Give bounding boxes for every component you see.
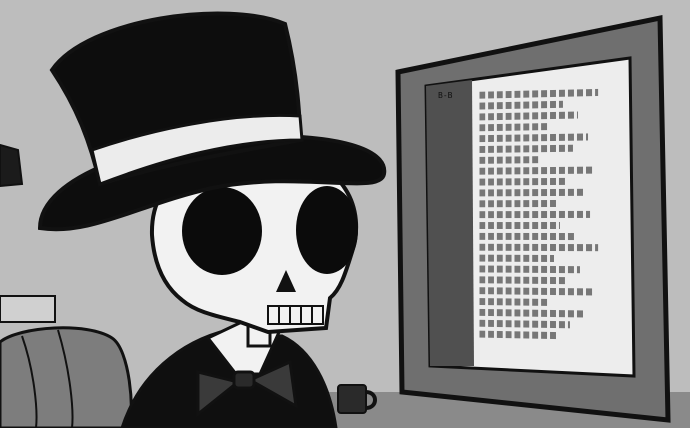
code-line <box>479 145 573 153</box>
code-line <box>479 89 598 99</box>
code-line <box>479 133 588 142</box>
code-line <box>479 287 594 295</box>
right-eye-socket <box>296 186 358 274</box>
code-line <box>479 309 586 318</box>
code-line <box>479 233 576 240</box>
code-line <box>479 111 578 120</box>
code-line <box>479 167 593 175</box>
editor-sidebar <box>426 80 474 366</box>
code-line <box>479 320 570 329</box>
code-line <box>479 178 568 186</box>
code-line <box>479 255 554 262</box>
code-line <box>479 265 580 273</box>
editor-code-lines <box>479 84 628 370</box>
code-line <box>479 123 548 131</box>
lamp-icon <box>0 145 22 186</box>
code-line <box>479 276 566 284</box>
code-line <box>479 222 560 229</box>
code-line <box>479 331 558 339</box>
chair-icon <box>0 328 131 428</box>
left-eye-socket <box>182 187 262 275</box>
code-line <box>479 244 598 251</box>
shelf-left <box>0 296 55 322</box>
code-line <box>479 298 548 306</box>
code-line <box>479 200 556 207</box>
code-line <box>479 101 563 110</box>
teeth <box>268 306 323 324</box>
code-line <box>479 156 538 164</box>
code-line <box>479 211 590 218</box>
screen-header-text: B-B <box>438 91 453 100</box>
code-line <box>479 189 583 197</box>
